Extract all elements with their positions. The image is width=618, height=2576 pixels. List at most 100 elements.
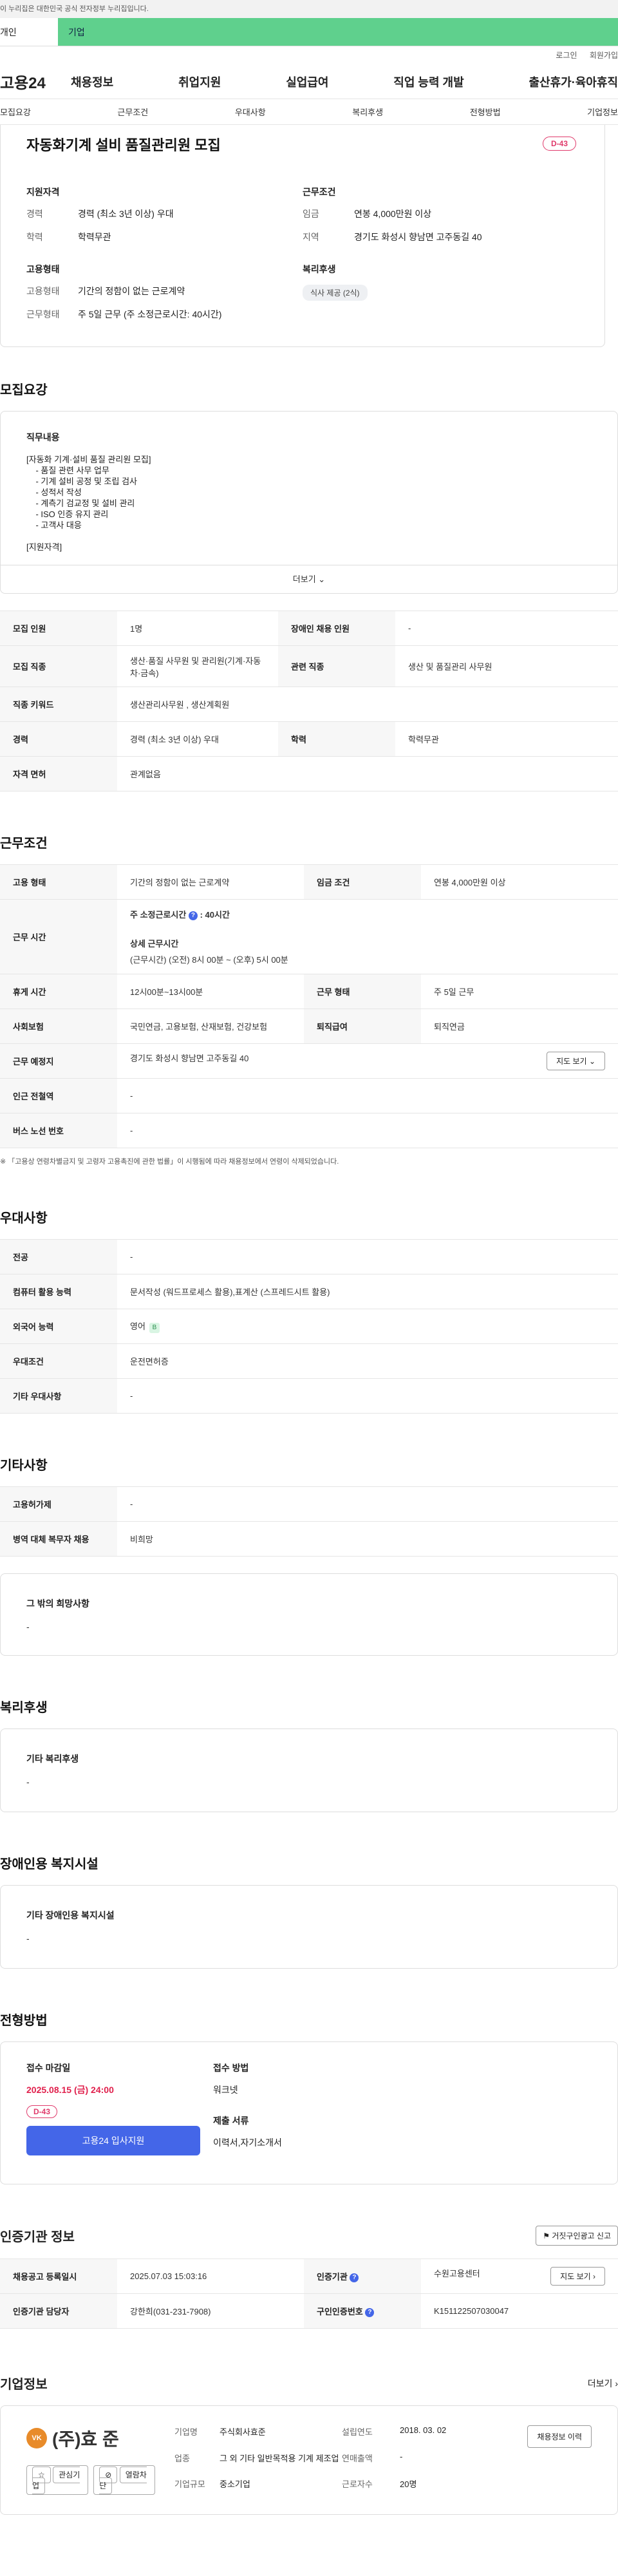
apply-button[interactable]: 고용24 입사지원 [26,2126,200,2155]
tab-company-info[interactable]: 기업정보 [587,106,618,118]
cname-label: 기업명 [174,2427,198,2437]
process-heading: 전형방법 [0,2014,48,2028]
org-value: 수원고용센터 [434,2269,480,2278]
recruit-heading: 모집요강 [0,383,48,397]
chevron-right-icon: › [615,2378,618,2389]
help-icon[interactable]: ? [350,2273,359,2282]
keyword-value: 생산관리사무원 , 생산계획원 [117,687,618,722]
pref-cond-value: 운전면허증 [117,1343,618,1379]
login-link[interactable]: 로그인 [556,51,577,60]
block-button[interactable]: ⊘ 열람차단 [93,2465,155,2495]
wage-value: 연봉 4,000만원 이상 [354,209,432,219]
keyword-label: 직종 키워드 [0,687,117,722]
date-label: 채용공고 등록일시 [0,2259,117,2294]
company-jobs-button[interactable]: 채용정보 이력 [527,2425,592,2448]
tab-work-conditions[interactable]: 근무조건 [117,106,148,118]
welfare-summary-heading: 복리후생 [303,264,336,274]
pref-cond-label: 우대조건 [0,1343,117,1379]
org-map-button-label: 지도 보기 [560,2272,591,2281]
career-value: 경력 (최소 3년 이상) 우대 [78,209,174,219]
megaphone-icon: ⚑ [543,2231,550,2240]
age-note: ※ 「고용상 연령차별금지 및 고령자 고용촉진에 관한 법률」이 시행됨에 따… [0,1158,339,1166]
favorite-button[interactable]: ☆ 관심기업 [26,2465,89,2495]
break-value: 12시00분~13시00분 [117,974,304,1009]
hours-value: 주 소정근로시간 ? : 40시간 상세 근무시간 (근무시간) (오전) 8시… [117,899,618,974]
company-more-link[interactable]: 더보기 › [588,2377,618,2390]
retire-value: 퇴직연금 [421,1009,618,1044]
report-button-label: 거짓구인광고 신고 [552,2231,611,2240]
signup-link[interactable]: 회원가입 [590,51,618,60]
disabled-label: 장애인 채용 인원 [278,611,395,646]
computer-label: 컴퓨터 활용 능력 [0,1274,117,1309]
utility-nav: 로그인 회원가입 [0,46,618,64]
company-header: 기업정보 더보기 › [0,2374,618,2392]
report-button[interactable]: ⚑ 거짓구인광고 신고 [536,2226,618,2246]
industry-value: 그 외 기타 일반목적용 기계 제조업 [220,2453,339,2463]
gnb-item-parental-leave[interactable]: 출산휴가·육아휴직 [529,73,618,90]
tab-preferences[interactable]: 우대사항 [235,106,266,118]
wish-heading: 그 밖의 희망사항 [26,1598,89,1609]
place-value: 경기도 화성시 향남면 고주동길 40 [130,1054,249,1063]
hours-line1-value: : 40시간 [200,910,230,920]
method-value: 워크넷 [213,2085,238,2095]
emptype-label: 고용형태 [26,286,60,296]
edu-row-label: 학력 [278,721,395,757]
lang-level-badge: B [149,1323,160,1333]
company-logo-mark: VK [26,2428,47,2448]
emptype-value: 기간의 정함이 없는 근로계약 [78,286,185,296]
worktype-value: 주 5일 근무 (주 소정근로시간: 40시간) [78,309,222,319]
cert-header: 인증기관 정보 ⚑ 거짓구인광고 신고 [0,2226,618,2246]
major-label: 전공 [0,1239,117,1274]
company-heading: 기업정보 [0,2378,48,2392]
emptype-row-value: 기간의 정함이 없는 근로계약 [117,864,304,900]
sales-value: - [400,2451,403,2461]
cert-heading: 인증기관 정보 [0,2230,75,2244]
headcount-label: 모집 인원 [0,611,117,646]
place-cell: 경기도 화성시 향남면 고주동길 40 지도 보기 ⌄ [117,1043,618,1079]
org-map-button[interactable]: 지도 보기 › [550,2267,605,2286]
tab-company[interactable]: 기업 [58,18,618,46]
org-label-cell: 인증기관 ? [304,2259,421,2294]
emp-support-value: - [117,1486,618,1522]
chevron-down-icon: ⌄ [318,574,326,584]
hours-line3: (근무시간) (오전) 8시 00분 ~ (오후) 5시 00분 [130,955,288,965]
map-button[interactable]: 지도 보기 ⌄ [547,1052,605,1070]
gov-banner-text: 이 누리집은 대한민국 공식 전자정부 누리집입니다. [0,5,149,13]
gnb-item-jobs[interactable]: 채용정보 [71,73,113,90]
tab-welfare[interactable]: 복리후생 [352,106,383,118]
company-details: 기업명 주식회사효준 설립연도 2018. 03. 02 업종 그 외 기타 일반목적… [174,2425,490,2495]
qualification-heading: 지원자격 [26,187,60,197]
welfare-heading: 복리후생 [0,1701,48,1715]
gnb-item-employment-support[interactable]: 취업지원 [178,73,221,90]
tab-personal[interactable]: 개인 [0,18,58,46]
chevron-down-icon: ⌄ [588,1057,595,1066]
welfare-chip: 식사 제공 (2식) [303,285,368,301]
company-logo-text: (주)효 준 [52,2429,119,2449]
station-value: - [117,1078,618,1113]
tab-process[interactable]: 전형방법 [470,106,501,118]
lang-cell: 영어 B [117,1309,618,1344]
license-value: 관계없음 [117,756,618,791]
more-button[interactable]: 더보기 ⌄ [0,565,618,594]
process-dday-badge: D-43 [26,2105,58,2118]
wish-box: 그 밖의 희망사항 - [0,1573,618,1656]
tab-recruit[interactable]: 모집요강 [0,106,31,118]
emptype-row-label: 고용 형태 [0,864,117,900]
help-icon[interactable]: ? [188,911,198,920]
license-label: 자격 면허 [0,756,117,791]
id-label: 구인인증번호 [317,2307,363,2316]
gnb-item-training[interactable]: 직업 능력 개발 [393,73,464,90]
gnb-item-unemployment-benefit[interactable]: 실업급여 [286,73,328,90]
etc-heading: 기타사항 [0,1459,48,1473]
pref-etc-value: - [117,1378,618,1414]
wagecond-label: 임금 조건 [304,864,421,900]
summary-card: 자동화기계 설비 품질관리원 모집 D-43 지원자격 경력 경력 (최소 3년 … [0,125,605,347]
major-value: - [117,1239,618,1274]
more-label: 더보기 [292,574,316,584]
wage-label: 임금 [303,209,319,219]
founded-label: 설립연도 [342,2427,373,2437]
facility-box-value: - [26,1933,30,1944]
help-icon[interactable]: ? [365,2307,375,2317]
site-logo[interactable]: 고용24 [0,70,71,93]
facility-box-heading: 기타 장애인용 복지시설 [26,1910,115,1920]
